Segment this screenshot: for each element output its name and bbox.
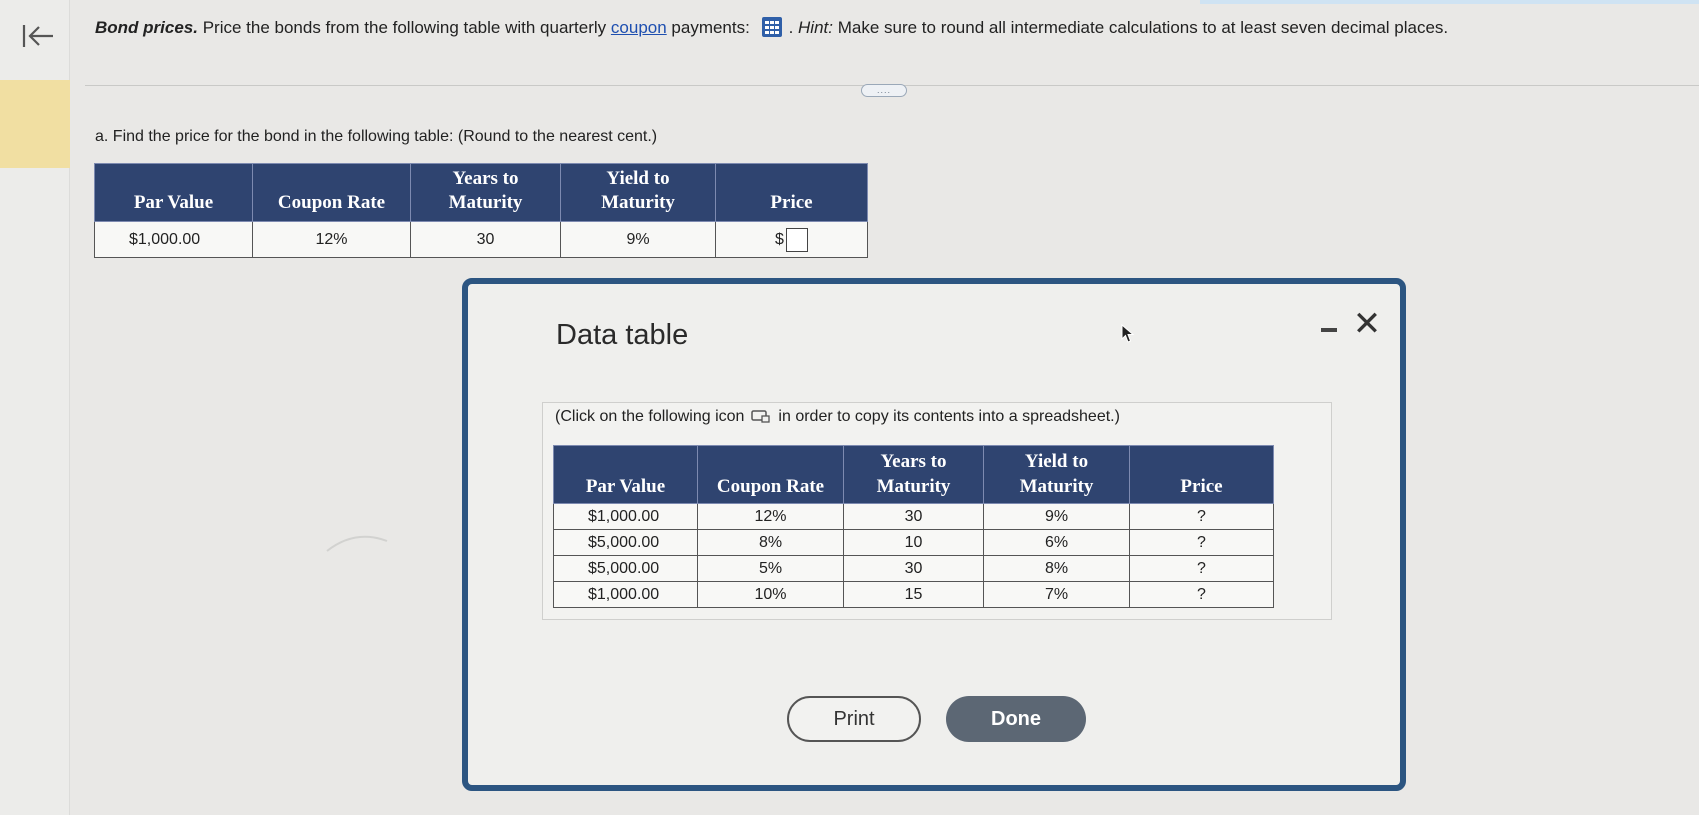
dt-cell: 12%: [697, 503, 844, 530]
bond-table: Par Value Coupon Rate Years to Maturity …: [94, 163, 868, 258]
dt-cell: 8%: [697, 529, 844, 556]
data-table-container: (Click on the following icon in order to…: [542, 402, 1332, 620]
question-body: Price the bonds from the following table…: [197, 18, 611, 37]
cell-years: 30: [410, 221, 561, 258]
cell-coupon-rate: 12%: [252, 221, 411, 258]
dt-header-yield-to-maturity: Yield to Maturity: [983, 445, 1130, 504]
print-button[interactable]: Print: [787, 696, 921, 742]
data-table-header-row: Par Value Coupon Rate Years to Maturity …: [553, 445, 1274, 504]
background-arc-artifact: [326, 535, 388, 552]
dt-cell: ?: [1129, 581, 1274, 608]
done-button[interactable]: Done: [946, 696, 1086, 742]
hint-text: Make sure to round all intermediate calc…: [832, 18, 1449, 37]
cell-price: $: [715, 221, 868, 258]
copy-instruction: (Click on the following icon in order to…: [555, 408, 1120, 426]
dt-header-years-to-maturity: Years to Maturity: [843, 445, 984, 504]
table-row: $1,000.00 12% 30 9% $: [94, 221, 868, 258]
price-dollar-sign: $: [775, 230, 784, 248]
cell-yield: 9%: [560, 221, 716, 258]
back-to-start-icon: [22, 25, 53, 47]
copy-instruction-before: (Click on the following icon: [555, 408, 745, 425]
header-price: Price: [715, 163, 868, 222]
table-row: $5,000.00 8% 10 6% ?: [553, 529, 1274, 556]
dt-header-par-value: Par Value: [553, 445, 698, 504]
question-title: Bond prices.: [95, 18, 198, 37]
dt-cell: ?: [1129, 503, 1274, 530]
dt-cell: $1,000.00: [553, 503, 698, 530]
price-answer-input[interactable]: [785, 227, 808, 252]
table-row: $5,000.00 5% 30 8% ?: [553, 555, 1274, 582]
data-table-modal: Data table ✕ (Click on the following ico…: [462, 278, 1406, 791]
table-row: $1,000.00 12% 30 9% ?: [553, 503, 1274, 530]
dt-cell: 8%: [983, 555, 1130, 582]
header-par-value: Par Value: [94, 163, 253, 222]
header-years-to-maturity: Years to Maturity: [410, 163, 561, 222]
dt-cell: 15: [843, 581, 984, 608]
dt-cell: 6%: [983, 529, 1130, 556]
coupon-glossary-link[interactable]: coupon: [611, 18, 667, 37]
dt-cell: 30: [843, 555, 984, 582]
dt-cell: 10: [843, 529, 984, 556]
dt-header-price: Price: [1129, 445, 1274, 504]
table-row: $1,000.00 10% 15 7% ?: [553, 581, 1274, 608]
dt-cell: 7%: [983, 581, 1130, 608]
dt-cell: ?: [1129, 529, 1274, 556]
data-grid-icon[interactable]: [761, 16, 783, 38]
back-to-start-button[interactable]: [18, 20, 58, 52]
close-icon[interactable]: ✕: [1352, 307, 1382, 343]
dt-cell: $1,000.00: [553, 581, 698, 608]
part-a-prompt: a. Find the price for the bond in the fo…: [95, 128, 658, 145]
dt-cell: 10%: [697, 581, 844, 608]
hint-label: Hint:: [798, 18, 833, 37]
bond-table-header-row: Par Value Coupon Rate Years to Maturity …: [94, 163, 868, 222]
expand-more-button[interactable]: ....: [861, 84, 907, 97]
question-body-2: payments:: [666, 18, 755, 37]
top-accent-bar: [1200, 0, 1699, 4]
question-after-icon: .: [788, 18, 799, 37]
current-question-marker: [0, 80, 70, 168]
dt-cell: 30: [843, 503, 984, 530]
mouse-cursor-icon: [1121, 324, 1135, 343]
copy-spreadsheet-icon[interactable]: [750, 408, 772, 424]
dt-cell: 5%: [697, 555, 844, 582]
copy-instruction-after: in order to copy its contents into a spr…: [778, 408, 1120, 425]
dt-header-coupon-rate: Coupon Rate: [697, 445, 844, 504]
question-text: Bond prices. Price the bonds from the fo…: [95, 16, 1655, 39]
minimize-icon[interactable]: [1316, 318, 1340, 338]
dt-cell: ?: [1129, 555, 1274, 582]
modal-title: Data table: [556, 319, 689, 351]
dt-cell: $5,000.00: [553, 529, 698, 556]
dt-cell: 9%: [983, 503, 1130, 530]
header-yield-to-maturity: Yield to Maturity: [560, 163, 716, 222]
data-table: Par Value Coupon Rate Years to Maturity …: [553, 445, 1274, 608]
dt-cell: $5,000.00: [553, 555, 698, 582]
cell-par-value: $1,000.00: [94, 221, 253, 258]
header-coupon-rate: Coupon Rate: [252, 163, 411, 222]
